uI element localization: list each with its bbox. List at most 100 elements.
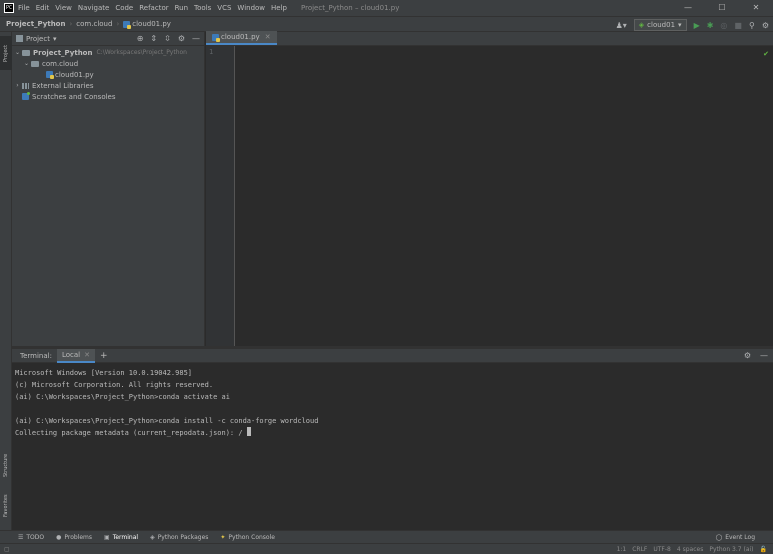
chevron-right-icon[interactable]: ›	[13, 82, 22, 89]
close-icon[interactable]: ✕	[265, 33, 271, 41]
project-view-label[interactable]: Project	[26, 35, 50, 43]
tab-terminal[interactable]: ▣ Terminal	[104, 534, 138, 541]
menu-window[interactable]: Window	[237, 4, 265, 12]
tab-python-packages-label: Python Packages	[157, 533, 209, 541]
project-panel: Project ▾ ⊕ ⇕ ⇳ ⚙ — ⌄ Project_Python C:\…	[12, 32, 205, 346]
window-title: Project_Python – cloud01.py	[301, 4, 400, 12]
hide-icon[interactable]: —	[192, 34, 200, 43]
tab-python-console-label: Python Console	[228, 533, 275, 541]
terminal-panel: Terminal: Local ✕ + ⚙ — Microsoft Window…	[12, 346, 773, 530]
line-separator[interactable]: CRLF	[632, 546, 647, 553]
menu-navigate[interactable]: Navigate	[78, 4, 109, 12]
stop-icon[interactable]: ■	[734, 21, 742, 30]
chevron-down-icon[interactable]: ⌄	[13, 49, 22, 56]
hide-icon[interactable]: —	[760, 351, 768, 360]
tab-python-console[interactable]: ✦ Python Console	[220, 534, 275, 541]
scratches-label: Scratches and Consoles	[32, 92, 116, 101]
menu-bar: File Edit View Navigate Code Refactor Ru…	[18, 4, 287, 12]
terminal-line: (ai) C:\Workspaces\Project_Python>conda …	[15, 417, 319, 425]
editor-tab-label: cloud01.py	[221, 33, 260, 41]
menu-tools[interactable]: Tools	[194, 4, 211, 12]
tab-problems[interactable]: ● Problems	[56, 534, 92, 541]
menu-edit[interactable]: Edit	[36, 4, 50, 12]
tab-terminal-label: Terminal	[112, 533, 139, 541]
terminal-icon: ▣	[104, 533, 110, 541]
menu-code[interactable]: Code	[115, 4, 133, 12]
tree-row-root[interactable]: ⌄ Project_Python C:\Workspaces\Project_P…	[12, 47, 204, 58]
tab-problems-label: Problems	[64, 533, 93, 541]
indent-setting[interactable]: 4 spaces	[677, 546, 703, 553]
menu-refactor[interactable]: Refactor	[139, 4, 168, 12]
breadcrumb-project[interactable]: Project_Python	[6, 20, 65, 28]
search-icon[interactable]: ⚲	[749, 21, 755, 30]
settings-icon[interactable]: ⚙	[762, 21, 769, 30]
add-terminal-icon[interactable]: +	[100, 351, 108, 361]
editor-text-area[interactable]	[236, 46, 773, 346]
python-interpreter[interactable]: Python 3.7 (ai)	[709, 546, 753, 553]
tree-row-scratches[interactable]: Scratches and Consoles	[12, 91, 204, 102]
line-gutter: 1	[206, 46, 235, 346]
project-tool-tab[interactable]: Project	[0, 36, 12, 70]
terminal-line: Microsoft Windows [Version 10.0.19042.98…	[15, 369, 193, 377]
structure-tool-tab[interactable]: Structure	[0, 446, 12, 484]
inspection-ok-icon[interactable]: ✔	[763, 50, 769, 58]
tab-python-packages[interactable]: ◈ Python Packages	[150, 534, 208, 541]
breadcrumb-file[interactable]: cloud01.py	[132, 20, 171, 28]
caret-position[interactable]: 1:1	[617, 546, 627, 553]
maximize-button[interactable]: ☐	[705, 0, 739, 16]
window-controls: — ☐ ✕	[671, 0, 773, 16]
scratches-icon	[22, 92, 30, 100]
menu-view[interactable]: View	[55, 4, 72, 12]
breadcrumb-separator: ›	[116, 20, 120, 28]
event-log-icon: ◯	[715, 533, 723, 541]
minimize-button[interactable]: —	[671, 0, 705, 16]
breadcrumb-separator: ›	[69, 20, 73, 28]
tree-row-package[interactable]: ⌄ com.cloud	[12, 58, 204, 69]
gear-icon[interactable]: ⚙	[744, 351, 751, 360]
terminal-output[interactable]: Microsoft Windows [Version 10.0.19042.98…	[12, 363, 773, 443]
chevron-down-icon: ▾	[678, 21, 682, 29]
expand-all-icon[interactable]: ⇕	[150, 34, 157, 43]
terminal-line: (ai) C:\Workspaces\Project_Python>conda …	[15, 393, 230, 401]
breadcrumb-package[interactable]: com.cloud	[76, 20, 112, 28]
terminal-tools: ⚙ —	[744, 351, 768, 360]
text-cursor	[246, 427, 251, 436]
favorites-tool-tab[interactable]: Favorites	[0, 487, 12, 525]
title-bar: PC File Edit View Navigate Code Refactor…	[0, 0, 773, 16]
gear-icon[interactable]: ⚙	[178, 34, 185, 43]
locate-icon[interactable]: ⊕	[137, 34, 144, 43]
coverage-icon[interactable]: ◎	[720, 21, 727, 30]
packages-icon: ◈	[150, 533, 155, 541]
event-log-button[interactable]: ◯ Event Log	[715, 534, 755, 541]
close-button[interactable]: ✕	[739, 0, 773, 16]
toggle-tool-windows-icon[interactable]: ▢	[4, 546, 10, 553]
run-icon[interactable]: ▶	[694, 21, 700, 30]
chevron-down-icon[interactable]: ▾	[53, 35, 57, 43]
collapse-all-icon[interactable]: ⇳	[164, 34, 171, 43]
python-console-icon: ✦	[220, 533, 226, 541]
run-configuration-select[interactable]: ◈ cloud01 ▾	[633, 19, 687, 31]
close-icon[interactable]: ✕	[84, 351, 90, 359]
package-icon	[31, 60, 39, 67]
editor-tab-cloud01[interactable]: cloud01.py ✕	[206, 31, 277, 45]
tab-todo[interactable]: ☰ TODO	[18, 534, 44, 541]
menu-run[interactable]: Run	[175, 4, 188, 12]
chevron-down-icon[interactable]: ⌄	[22, 60, 31, 67]
list-icon: ☰	[18, 533, 24, 541]
user-icon[interactable]: ♟▾	[616, 21, 627, 30]
run-configuration-label: cloud01	[647, 21, 676, 29]
menu-vcs[interactable]: VCS	[217, 4, 231, 12]
root-folder-label: Project_Python	[33, 48, 93, 57]
debug-icon[interactable]: ✱	[707, 21, 714, 30]
navigation-bar: Project_Python › com.cloud › cloud01.py …	[0, 16, 773, 32]
tree-row-external-libraries[interactable]: › External Libraries	[12, 80, 204, 91]
menu-help[interactable]: Help	[271, 4, 287, 12]
lock-icon[interactable]: 🔓	[760, 546, 767, 553]
terminal-line-text: Collecting package metadata (current_rep…	[15, 429, 247, 437]
file-encoding[interactable]: UTF-8	[653, 546, 671, 553]
tree-row-file[interactable]: cloud01.py	[12, 69, 204, 80]
terminal-tab-label: Local	[61, 350, 81, 359]
toolbar-right: ♟▾ ◈ cloud01 ▾ ▶ ✱ ◎ ■ ⚲ ⚙	[616, 17, 769, 33]
menu-file[interactable]: File	[18, 4, 30, 12]
terminal-tab-local[interactable]: Local ✕	[56, 348, 95, 363]
